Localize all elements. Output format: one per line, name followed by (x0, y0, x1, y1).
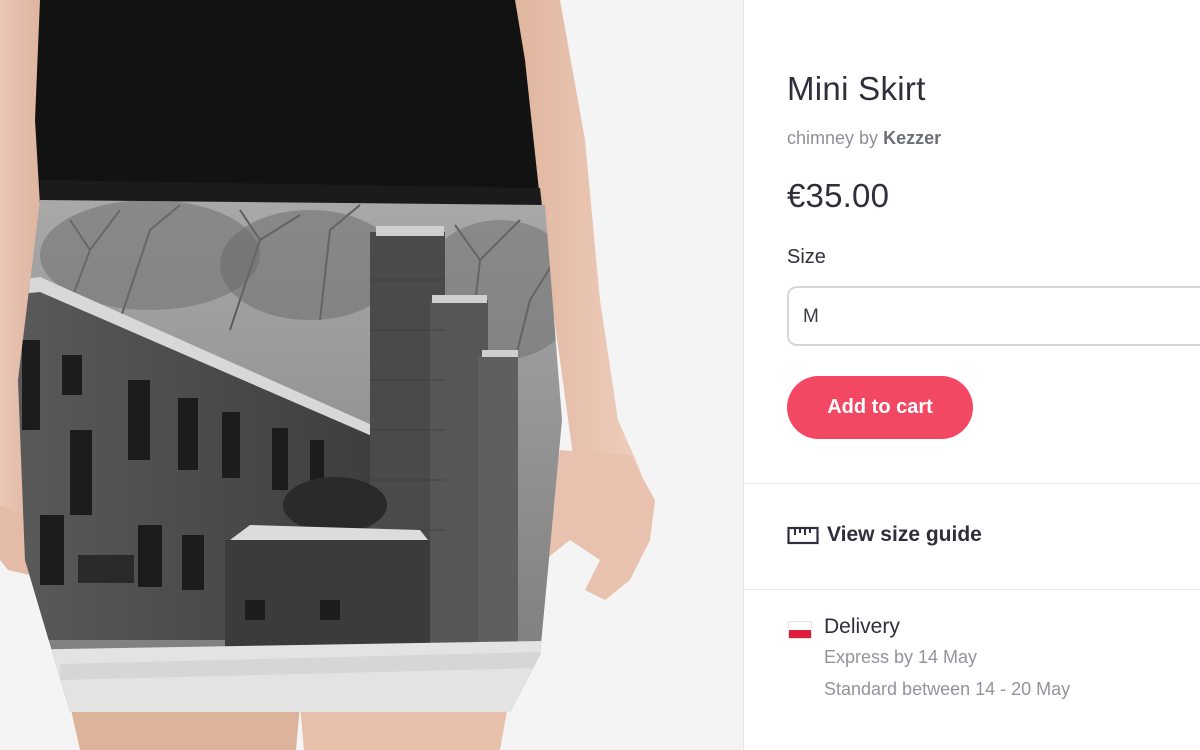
size-guide-label: View size guide (827, 523, 982, 546)
product-title: Mini Skirt (787, 70, 926, 107)
product-byline: chimney by Kezzer (787, 128, 941, 149)
poland-flag-icon (788, 621, 812, 639)
delivery-title: Delivery (824, 615, 900, 638)
byline-by: by (859, 128, 879, 148)
delivery-express: Express by 14 May (824, 647, 978, 667)
size-guide-link[interactable]: View size guide (787, 520, 982, 550)
delivery-standard: Standard between 14 - 20 May (824, 679, 1071, 699)
artist-link[interactable]: Kezzer (883, 128, 941, 148)
size-selected-value: M (803, 306, 819, 327)
product-info-panel: Mini Skirt chimney by Kezzer €35.00 Size… (744, 0, 1200, 750)
product-image (0, 0, 743, 750)
size-select[interactable]: M (787, 286, 1200, 346)
add-to-cart-button[interactable]: Add to cart (787, 376, 973, 439)
product-price: €35.00 (787, 177, 890, 214)
section-divider (744, 483, 1200, 484)
design-name: chimney (787, 128, 855, 148)
ruler-icon (787, 526, 819, 545)
section-divider (744, 589, 1200, 590)
size-label: Size (787, 246, 826, 268)
